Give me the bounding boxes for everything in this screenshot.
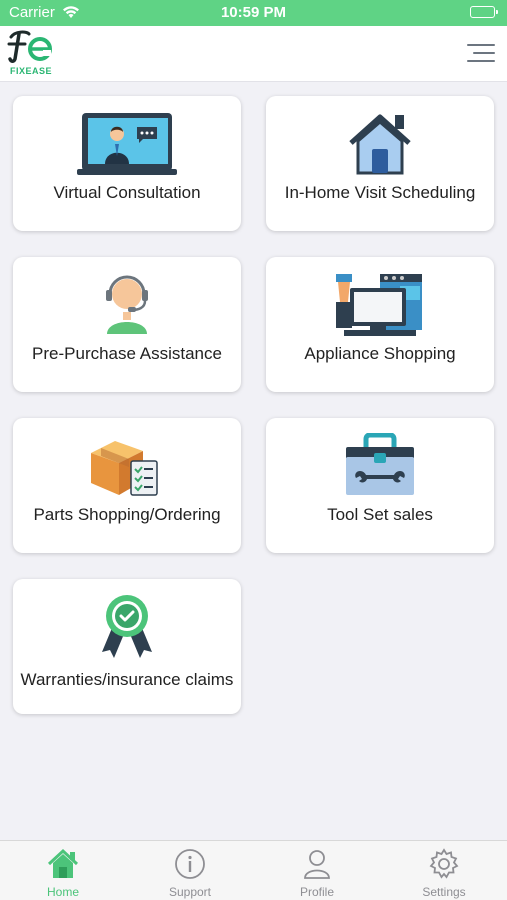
nav-bar: FIXEASE <box>0 26 507 82</box>
service-card-pre-purchase-assistance[interactable]: Pre-Purchase Assistance <box>13 257 241 392</box>
service-label: Virtual Consultation <box>53 183 201 202</box>
service-card-appliance-shopping[interactable]: Appliance Shopping <box>266 257 494 392</box>
support-agent-icon <box>77 272 177 338</box>
tab-home[interactable]: Home <box>0 841 126 900</box>
service-card-tool-set-sales[interactable]: Tool Set sales <box>266 418 494 553</box>
hamburger-menu-button[interactable] <box>465 42 495 66</box>
service-card-warranties-claims[interactable]: Warranties/insurance claims <box>13 579 241 714</box>
battery-icon <box>470 6 498 18</box>
parts-box-icon <box>77 433 177 499</box>
fixease-logo: FIXEASE <box>5 29 57 77</box>
tab-bar: Home Support Profile Settings <box>0 840 507 900</box>
tab-support[interactable]: Support <box>127 841 253 900</box>
clock: 10:59 PM <box>220 4 287 21</box>
logo-text: FIXEASE <box>10 66 53 76</box>
gear-icon <box>427 848 461 880</box>
service-label: Pre-Purchase Assistance <box>32 344 222 363</box>
info-icon <box>173 848 207 880</box>
warranty-badge-icon <box>77 594 177 660</box>
user-icon <box>300 848 334 880</box>
service-label: In-Home Visit Scheduling <box>284 183 476 202</box>
service-label: Appliance Shopping <box>304 344 456 363</box>
service-label: Tool Set sales <box>327 505 433 524</box>
status-bar: Carrier 10:59 PM <box>0 0 507 26</box>
service-label: Warranties/insurance claims <box>20 670 234 689</box>
hamburger-icon <box>467 44 495 46</box>
toolbox-icon <box>330 433 430 499</box>
tab-profile[interactable]: Profile <box>254 841 380 900</box>
appliances-icon <box>330 272 430 338</box>
home-icon <box>46 848 80 880</box>
house-icon <box>330 111 430 177</box>
tab-label: Support <box>168 885 212 899</box>
video-call-icon <box>77 111 177 177</box>
service-card-virtual-consultation[interactable]: Virtual Consultation <box>13 96 241 231</box>
service-label: Parts Shopping/Ordering <box>33 505 221 524</box>
tab-label: Home <box>46 885 79 899</box>
service-card-in-home-visit[interactable]: In-Home Visit Scheduling <box>266 96 494 231</box>
tab-label: Profile <box>299 885 334 899</box>
tab-label: Settings <box>422 885 466 899</box>
tab-settings[interactable]: Settings <box>381 841 507 900</box>
service-card-parts-shopping[interactable]: Parts Shopping/Ordering <box>13 418 241 553</box>
